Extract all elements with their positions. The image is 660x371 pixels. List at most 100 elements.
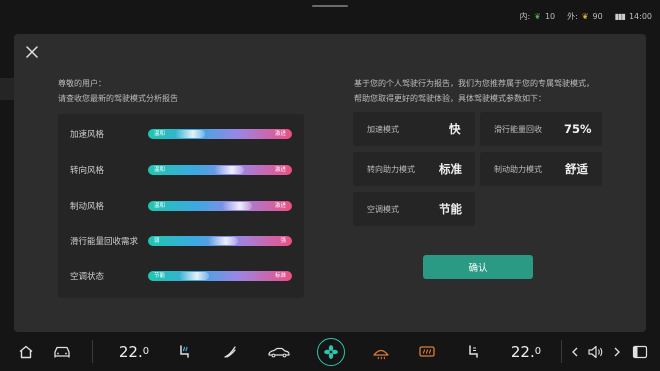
param-card-regen: 滑行能量回收 75%	[480, 112, 602, 146]
car-front-icon	[54, 346, 70, 357]
front-defrost-button[interactable]	[369, 332, 393, 371]
style-scale-bar: 弱 强	[148, 236, 292, 246]
leaf-icon: ❦	[534, 11, 541, 21]
rear-defrost-button[interactable]	[415, 332, 439, 371]
scale-min-label: 节能	[154, 273, 166, 279]
param-value: 快	[449, 122, 461, 136]
param-label: 转向助力模式	[367, 164, 415, 174]
recommendation-line: 基于您的个人驾驶行为报告，我们为您推荐属于您的专属驾驶模式，	[354, 79, 594, 88]
chevron-left-icon	[572, 347, 578, 356]
close-button[interactable]	[24, 44, 40, 60]
inside-value: 10	[544, 11, 556, 21]
seat-heat-left-button[interactable]	[172, 332, 196, 371]
param-value: 75%	[564, 122, 592, 136]
param-card-brake: 制动助力模式 舒适	[480, 152, 602, 186]
scale-max-label: 标准	[274, 273, 286, 279]
scale-max-label: 激进	[274, 131, 286, 137]
left-temp-value: 22.	[118, 342, 143, 361]
background-panel-edge	[0, 78, 14, 100]
scale-marker	[208, 237, 238, 245]
close-icon	[26, 46, 38, 58]
home-button[interactable]	[14, 332, 38, 371]
style-analysis-panel: 加速风格 温和 激进 转向风格 温和 激进 制动风格 温和 激进 滑行能量回收需…	[58, 114, 304, 298]
style-label: 加速风格	[70, 130, 105, 140]
seat-icon	[469, 344, 478, 358]
volume-up-button[interactable]	[610, 332, 624, 371]
status-bar: 内: ❦ 10 外: ❦ 90 ▮▮▮ 14:00	[520, 9, 652, 23]
scale-marker	[214, 166, 244, 174]
signal-icon: ▮▮▮	[614, 11, 626, 21]
split-screen-icon	[632, 345, 648, 358]
style-row: 制动风格 温和 激进	[58, 199, 304, 213]
param-label: 加速模式	[367, 124, 399, 134]
param-card-steering: 转向助力模式 标准	[353, 152, 475, 186]
style-label: 转向风格	[70, 166, 105, 176]
fan-button-ring	[317, 337, 345, 366]
style-row: 加速风格 温和 激进	[58, 127, 304, 141]
speaker-icon	[588, 345, 603, 358]
scale-max-label: 激进	[274, 167, 286, 173]
driving-report-dialog: 尊敬的用户： 请查收您最新的驾驶模式分析报告 加速风格 温和 激进 转向风格 温…	[14, 34, 646, 332]
scale-max-label: 强	[280, 238, 286, 244]
scale-min-label: 温和	[154, 167, 166, 173]
scale-marker	[175, 130, 205, 138]
scale-marker	[222, 202, 252, 210]
param-card-acceleration: 加速模式 快	[353, 112, 475, 146]
param-label: 空调模式	[367, 204, 399, 214]
right-temperature[interactable]: 22. 0	[506, 332, 546, 371]
volume-down-button[interactable]	[568, 332, 582, 371]
leaf-icon: ❦	[581, 11, 589, 21]
dock-divider	[92, 340, 93, 363]
scale-min-label: 温和	[154, 131, 166, 137]
style-label: 滑行能量回收需求	[70, 237, 139, 247]
style-row: 空调状态 节能 标准	[58, 269, 304, 283]
car-mode-button[interactable]	[264, 332, 294, 371]
rear-defrost-icon	[419, 345, 435, 357]
confirm-button[interactable]: 确认	[423, 255, 533, 279]
volume-button[interactable]	[584, 332, 608, 371]
style-scale-bar: 节能 标准	[148, 271, 292, 281]
bottom-dock: 22. 0 22. 0	[0, 332, 660, 371]
dock-divider	[561, 340, 562, 363]
param-value: 节能	[439, 202, 462, 216]
split-screen-button[interactable]	[628, 332, 652, 371]
top-drag-indicator[interactable]	[312, 5, 348, 7]
style-row: 转向风格 温和 激进	[58, 163, 304, 177]
scale-min-label: 弱	[154, 238, 160, 244]
air-flow-button[interactable]	[218, 332, 242, 371]
greeting: 尊敬的用户：	[58, 79, 106, 88]
vehicle-button[interactable]	[48, 332, 76, 371]
chevron-right-icon	[614, 347, 620, 356]
outside-label: 外:	[567, 11, 578, 21]
style-label: 制动风格	[70, 202, 105, 212]
right-temp-decimal: 0	[534, 346, 542, 357]
intro-subtitle: 请查收您最新的驾驶模式分析报告	[58, 94, 178, 103]
air-flow-icon	[224, 345, 236, 358]
param-label: 滑行能量回收	[494, 124, 542, 134]
param-label: 制动助力模式	[494, 164, 542, 174]
clock: 14:00	[628, 11, 652, 21]
style-scale-bar: 温和 激进	[148, 129, 292, 139]
param-value: 标准	[439, 162, 462, 176]
front-defrost-icon	[373, 349, 389, 359]
style-row: 滑行能量回收需求 弱 强	[58, 234, 304, 248]
car-side-icon	[268, 347, 290, 357]
scale-marker	[179, 272, 209, 280]
style-scale-bar: 温和 激进	[148, 201, 292, 211]
param-value: 舒适	[565, 162, 588, 176]
right-temp-value: 22.	[510, 342, 535, 361]
recommendation-text: 基于您的个人驾驶行为报告，我们为您推荐属于您的专属驾驶模式， 帮助您取得更好的驾…	[354, 76, 594, 106]
recommendation-line: 帮助您取得更好的驾驶体验，具体驾驶模式参数如下：	[354, 94, 546, 103]
outside-value: 90	[592, 11, 603, 21]
style-scale-bar: 温和 激进	[148, 165, 292, 175]
left-temperature[interactable]: 22. 0	[114, 332, 154, 371]
left-temp-decimal: 0	[142, 346, 150, 357]
scale-max-label: 激进	[274, 203, 286, 209]
fan-button[interactable]	[315, 332, 347, 371]
scale-min-label: 温和	[154, 203, 166, 209]
home-icon	[19, 345, 33, 358]
seat-heat-right-button[interactable]	[461, 332, 485, 371]
fan-icon	[324, 344, 338, 359]
param-card-climate: 空调模式 节能	[353, 192, 475, 226]
seat-heat-icon	[180, 344, 189, 358]
